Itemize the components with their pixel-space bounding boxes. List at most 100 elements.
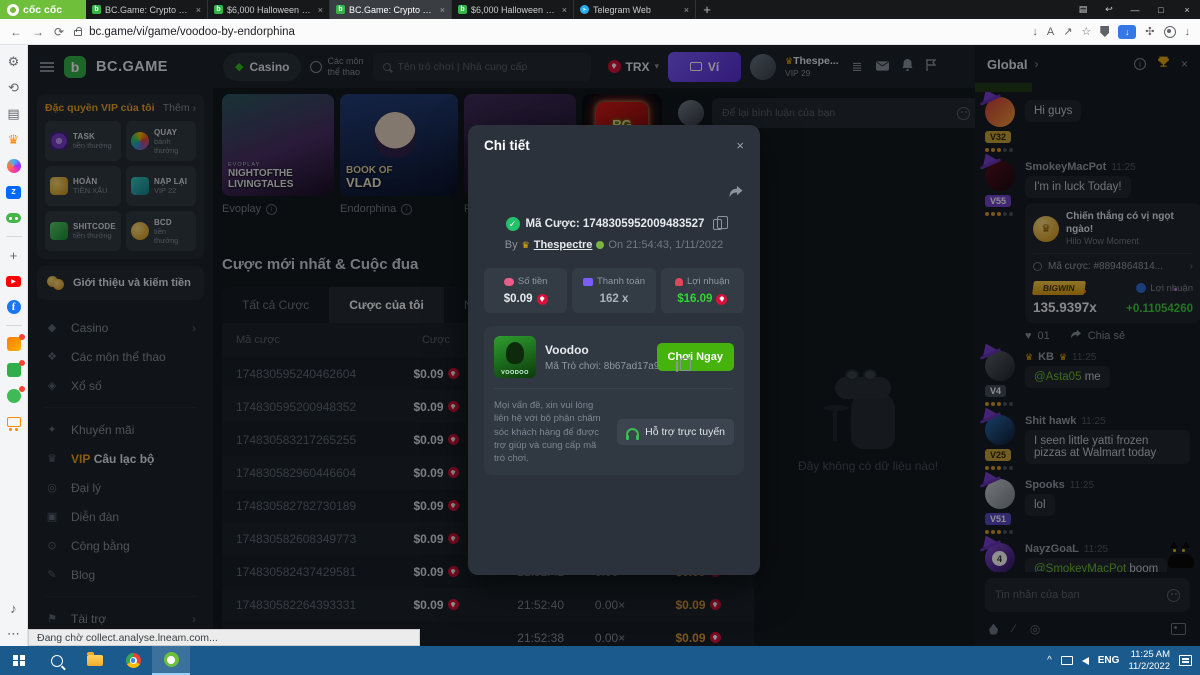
browser-tab-1[interactable]: b BC.Game: Crypto Casino Gam ×: [86, 0, 208, 19]
tray-expand-icon[interactable]: ^: [1047, 655, 1052, 666]
bcgame-favicon: b: [458, 5, 467, 14]
bet-username[interactable]: Thespectre: [534, 239, 593, 251]
tab-title: Telegram Web: [593, 5, 680, 15]
game-id: Mã Trò chơi: 8b67ad17a99...: [545, 361, 673, 372]
tab-title: BC.Game: Crypto Casino Gan: [349, 5, 436, 15]
maximize-button[interactable]: □: [1148, 5, 1174, 15]
games-controller-icon[interactable]: [6, 210, 22, 226]
notifications-bell-icon[interactable]: ♪: [6, 600, 22, 616]
chat-app-icon[interactable]: [6, 388, 22, 404]
reload-icon[interactable]: ⟳: [54, 25, 64, 39]
session-restore-icon[interactable]: ↩: [1096, 4, 1122, 15]
play-now-button[interactable]: Chơi Ngay: [657, 343, 735, 371]
browser-tab-5-telegram[interactable]: ➤ Telegram Web ×: [574, 0, 696, 19]
zalo-icon[interactable]: Z: [6, 184, 22, 200]
more-options-icon[interactable]: ⋯: [6, 626, 22, 642]
stat-payout: Thanh toán 162 x: [572, 268, 655, 313]
taskbar-search-icon[interactable]: [38, 646, 76, 675]
share-icon[interactable]: [728, 185, 744, 203]
site-viewport: b BC.GAME Đặc quyền VIP của tôi Thêm › T…: [28, 45, 1200, 646]
bet-timestamp: On 21:54:43, 1/11/2022: [608, 239, 723, 251]
game-box: VOODOO Voodoo Mã Trò chơi: 8b67ad17a99..…: [484, 326, 744, 475]
trx-icon: [716, 294, 727, 305]
download-active-icon[interactable]: ↓: [1118, 25, 1136, 39]
browser-tab-4[interactable]: b $6,000 Halloween Slot Battle ×: [452, 0, 574, 19]
browser-tab-strip: cốc cốc b BC.Game: Crypto Casino Gam × b…: [0, 0, 1200, 19]
wallet-icon: [583, 278, 593, 286]
coccoc-brand-label: cốc cốc: [23, 4, 62, 16]
modal-close-icon[interactable]: ×: [736, 138, 744, 153]
adblock-shield-icon[interactable]: [1100, 26, 1109, 37]
copy-icon[interactable]: [676, 361, 678, 372]
network-icon[interactable]: [1061, 656, 1073, 665]
game-name: Voodoo: [545, 343, 648, 357]
telegram-favicon: ➤: [580, 5, 589, 14]
toolbar-icons: ↓ A ↗ ☆ ↓ ✣ ↓: [1032, 25, 1190, 39]
rewards-gift-icon[interactable]: [6, 362, 22, 378]
support-text: Mọi vấn đề, xin vui lòng liên hệ với bộ …: [494, 399, 609, 465]
bet-id-text: Mã Cược: 1748305952009483527: [526, 218, 705, 230]
stat-amount: Số tiền $0.09: [484, 268, 567, 313]
tab-close-icon[interactable]: ×: [684, 5, 689, 15]
forward-icon[interactable]: →: [32, 25, 44, 39]
language-indicator[interactable]: ENG: [1098, 655, 1120, 666]
extensions-icon[interactable]: ✣: [1145, 25, 1154, 38]
youtube-icon[interactable]: ▶: [6, 273, 22, 289]
status-text: Đang chờ collect.analyse.lneam.com...: [37, 632, 218, 644]
stat-profit: Lợi nhuận $16.09: [661, 268, 744, 313]
modal-title: Chi tiết: [484, 138, 530, 153]
facebook-icon[interactable]: f: [6, 299, 22, 315]
windows-taskbar: ^ ENG 11:25 AM11/2/2022: [0, 646, 1200, 675]
verified-check-icon: ✓: [506, 217, 520, 231]
messenger-icon[interactable]: [6, 158, 22, 174]
shopping-cart-icon[interactable]: [6, 414, 22, 430]
history-icon[interactable]: ⟲: [6, 80, 22, 96]
start-button[interactable]: [0, 646, 38, 675]
coccoc-taskbar-icon[interactable]: [152, 646, 190, 675]
new-tab-button[interactable]: +: [696, 0, 718, 19]
hot-crown-icon[interactable]: ♛: [6, 132, 22, 148]
coccoc-logo-icon: [7, 4, 19, 16]
tab-close-icon[interactable]: ×: [318, 5, 323, 15]
window-controls: ▤ ↩ — □ ×: [1070, 0, 1200, 19]
url-field[interactable]: bc.game/vi/game/voodoo-by-endorphina: [74, 26, 1022, 38]
browser-tab-2[interactable]: b $6,000 Halloween Slot Battle ×: [208, 0, 330, 19]
file-explorer-icon[interactable]: [76, 646, 114, 675]
downloads-tray-icon[interactable]: ↓: [1185, 26, 1191, 38]
piggy-icon: [504, 278, 514, 286]
bookmark-star-icon[interactable]: ☆: [1081, 25, 1091, 38]
save-page-icon[interactable]: ↓: [1032, 26, 1038, 38]
reader-mode-icon[interactable]: ▤: [1070, 4, 1096, 15]
volume-icon[interactable]: [1082, 657, 1089, 665]
crown-icon: ♛: [522, 240, 530, 251]
browser-address-bar: ← → ⟳ bc.game/vi/game/voodoo-by-endorphi…: [0, 19, 1200, 45]
newsfeed-icon[interactable]: ▤: [6, 106, 22, 122]
bcgame-favicon: b: [336, 5, 345, 14]
chrome-icon[interactable]: [114, 646, 152, 675]
voodoo-thumbnail[interactable]: VOODOO: [494, 336, 536, 378]
coccoc-brand[interactable]: cốc cốc: [0, 0, 86, 19]
browser-status-bar: Đang chờ collect.analyse.lneam.com...: [28, 629, 420, 646]
news-hub-icon[interactable]: [6, 336, 22, 352]
share-icon[interactable]: ↗: [1063, 25, 1072, 38]
settings-gear-icon[interactable]: ⚙: [6, 54, 22, 70]
copy-icon[interactable]: [713, 219, 722, 230]
browser-tab-3-active[interactable]: b BC.Game: Crypto Casino Gan ×: [330, 0, 452, 19]
live-support-button[interactable]: Hỗ trợ trực tuyến: [617, 419, 734, 445]
bcgame-favicon: b: [92, 5, 101, 14]
tab-close-icon[interactable]: ×: [562, 5, 567, 15]
browser-sidebar: ⚙ ⟲ ▤ ♛ Z + ▶ f ♪ ⋯: [0, 45, 28, 646]
close-window-button[interactable]: ×: [1174, 5, 1200, 15]
profile-icon[interactable]: [1164, 26, 1176, 38]
action-center-icon[interactable]: [1179, 655, 1192, 666]
translate-icon[interactable]: A: [1047, 26, 1054, 38]
screen: cốc cốc b BC.Game: Crypto Casino Gam × b…: [0, 0, 1200, 675]
tab-close-icon[interactable]: ×: [440, 5, 445, 15]
minimize-button[interactable]: —: [1122, 5, 1148, 15]
back-icon[interactable]: ←: [10, 25, 22, 39]
taskbar-clock[interactable]: 11:25 AM11/2/2022: [1128, 649, 1170, 673]
tab-close-icon[interactable]: ×: [196, 5, 201, 15]
tab-title: $6,000 Halloween Slot Battle: [227, 5, 314, 15]
add-shortcut-icon[interactable]: +: [6, 247, 22, 263]
tab-title: $6,000 Halloween Slot Battle: [471, 5, 558, 15]
